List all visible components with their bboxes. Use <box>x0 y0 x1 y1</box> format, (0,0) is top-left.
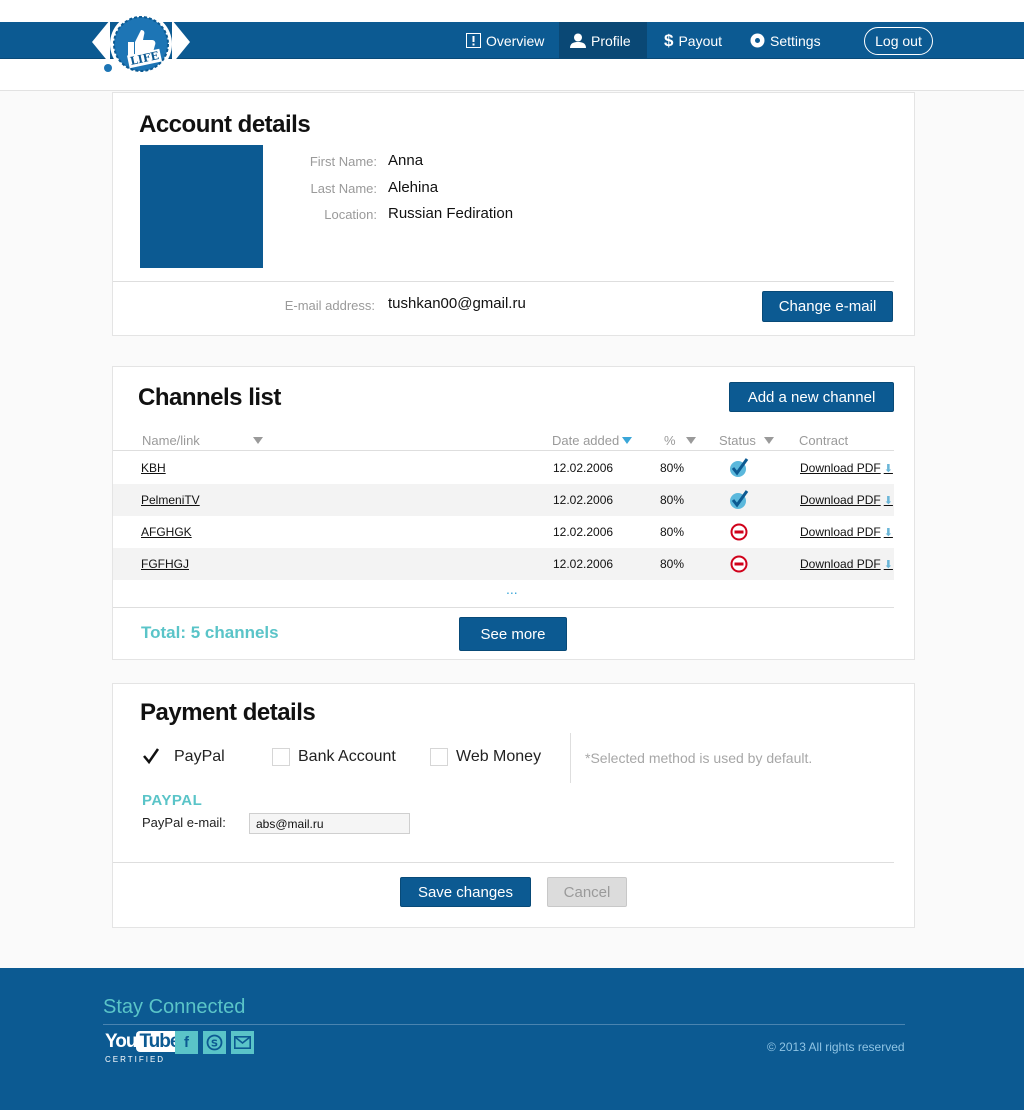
sort-down-icon <box>252 437 263 444</box>
first-name-value: Anna <box>388 152 424 169</box>
channels-total: Total: 5 channels <box>141 623 279 642</box>
download-pdf-link[interactable]: Download PDF ⬇ <box>800 484 893 516</box>
download-icon: ⬇ <box>883 462 893 475</box>
options-separator <box>570 733 571 783</box>
see-more-button[interactable]: See more <box>459 617 567 651</box>
payment-details-panel: Payment details PayPal Bank Account Web … <box>112 683 915 928</box>
status-blocked-icon <box>728 516 750 548</box>
facebook-icon[interactable]: f <box>175 1031 198 1054</box>
checkmark-icon <box>143 748 160 765</box>
account-details-panel: Account details First Name: Anna Last Na… <box>112 92 915 336</box>
date-cell: 12.02.2006 <box>553 525 614 539</box>
bank-account-option[interactable]: Bank Account <box>272 748 396 766</box>
table-head-divider <box>113 450 894 451</box>
dollar-icon: $ <box>664 30 674 50</box>
header-percent[interactable]: % <box>664 433 696 448</box>
percent-cell: 80% <box>660 525 685 539</box>
save-changes-button[interactable]: Save changes <box>400 877 531 907</box>
header-name[interactable]: Name/link <box>142 433 263 448</box>
email-label: E-mail address: <box>284 298 375 313</box>
user-icon <box>570 33 586 48</box>
web-money-checkbox[interactable] <box>430 748 448 766</box>
channel-link[interactable]: KBH <box>141 452 166 484</box>
location-label: Location: <box>324 207 377 222</box>
header-contract: Contract <box>799 433 849 448</box>
download-pdf-link[interactable]: Download PDF ⬇ <box>800 516 893 548</box>
email-value: tushkan00@gmail.ru <box>388 295 526 312</box>
table-row: AFGHGK 12.02.2006 80% Download PDF ⬇ <box>113 516 894 548</box>
cancel-button[interactable]: Cancel <box>547 877 627 907</box>
youtube-certified-logo[interactable]: You Tube CERTIFIED <box>105 1031 183 1064</box>
nav-settings[interactable]: Settings <box>750 22 821 59</box>
sort-down-icon <box>622 437 633 444</box>
paypal-email-input[interactable] <box>249 813 410 834</box>
account-details-title: Account details <box>139 111 311 138</box>
copyright: © 2013 All rights reserved <box>767 1040 905 1054</box>
first-name-label: First Name: <box>309 154 377 169</box>
channels-panel: Channels list Add a new channel Name/lin… <box>112 366 915 660</box>
download-pdf-link[interactable]: Download PDF ⬇ <box>800 548 893 580</box>
footer: Stay Connected You Tube CERTIFIED f S © 2… <box>0 968 1024 1110</box>
default-method-note: *Selected method is used by default. <box>585 750 813 766</box>
status-blocked-icon <box>728 548 750 580</box>
add-channel-button[interactable]: Add a new channel <box>729 382 894 412</box>
download-pdf-link[interactable]: Download PDF ⬇ <box>800 452 893 484</box>
date-cell: 12.02.2006 <box>553 461 614 475</box>
more-rows-ellipsis: ... <box>506 581 518 597</box>
logout-button[interactable]: Log out <box>864 27 933 55</box>
paypal-email-label: PayPal e-mail: <box>142 815 226 830</box>
channel-link[interactable]: PelmeniTV <box>141 484 200 516</box>
header-status[interactable]: Status <box>719 433 774 448</box>
paypal-option[interactable]: PayPal <box>142 748 225 766</box>
sort-down-icon <box>685 437 696 444</box>
table-row: FGFHGJ 12.02.2006 80% Download PDF ⬇ <box>113 548 894 580</box>
date-cell: 12.02.2006 <box>553 557 614 571</box>
channel-link[interactable]: AFGHGK <box>141 516 192 548</box>
percent-cell: 80% <box>660 493 685 507</box>
svg-text:S: S <box>211 1039 218 1050</box>
download-icon: ⬇ <box>883 526 893 539</box>
exclamation-icon <box>466 33 481 48</box>
nav-payout[interactable]: $ Payout <box>664 22 722 59</box>
sort-down-icon <box>763 437 774 444</box>
paypal-section-title: PAYPAL <box>142 792 203 809</box>
change-email-button[interactable]: Change e-mail <box>762 291 893 322</box>
payment-details-title: Payment details <box>140 699 316 726</box>
gear-icon <box>750 33 765 48</box>
channels-divider <box>113 607 894 608</box>
table-row: PelmeniTV 12.02.2006 80% Download PDF ⬇ <box>113 484 894 516</box>
download-icon: ⬇ <box>883 558 893 571</box>
percent-cell: 80% <box>660 461 685 475</box>
date-cell: 12.02.2006 <box>553 493 614 507</box>
logo[interactable]: LIFE <box>92 12 190 76</box>
location-value: Russian Fediration <box>388 205 514 222</box>
status-ok-icon <box>728 484 750 516</box>
paypal-checkbox[interactable] <box>142 748 160 766</box>
nav-profile[interactable]: Profile <box>559 22 647 59</box>
download-icon: ⬇ <box>883 494 893 507</box>
nav-overview[interactable]: Overview <box>466 22 544 59</box>
last-name-value: Alehina <box>388 179 439 196</box>
bank-account-checkbox[interactable] <box>272 748 290 766</box>
stay-connected-title: Stay Connected <box>103 996 246 1018</box>
header-date[interactable]: Date added <box>552 433 633 448</box>
status-ok-icon <box>728 452 750 484</box>
channel-link[interactable]: FGFHGJ <box>141 548 189 580</box>
skype-icon[interactable]: S <box>203 1031 226 1054</box>
percent-cell: 80% <box>660 557 685 571</box>
web-money-option[interactable]: Web Money <box>430 748 541 766</box>
payment-divider <box>113 862 894 863</box>
mail-icon[interactable] <box>231 1031 254 1054</box>
channels-title: Channels list <box>138 384 281 411</box>
last-name-label: Last Name: <box>310 181 377 196</box>
account-divider <box>113 281 894 282</box>
footer-divider <box>103 1024 905 1025</box>
table-row: KBH 12.02.2006 80% Download PDF ⬇ <box>113 452 894 484</box>
avatar[interactable] <box>140 145 263 268</box>
